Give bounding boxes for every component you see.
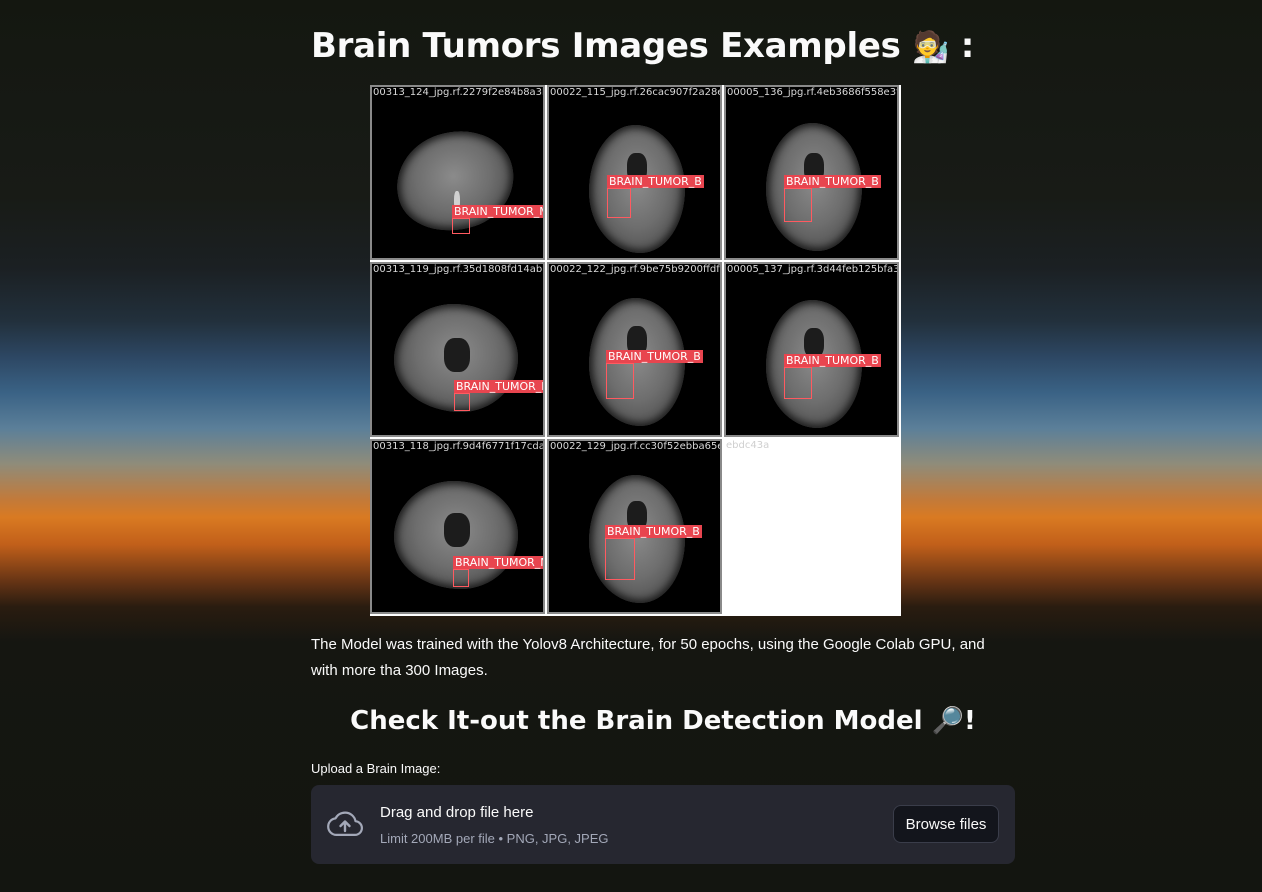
file-dropzone[interactable]: Drag and drop file here Limit 200MB per … xyxy=(311,785,1015,864)
example-image-tile: BRAIN_TUMOR_B 00022_122_jpg.rf.9be75b920… xyxy=(547,262,722,437)
image-filename: 00022_129_jpg.rf.cc30f52ebba65e10 xyxy=(550,441,722,452)
example-image-tile: BRAIN_TUMOR_B 00022_115_jpg.rf.26cac907f… xyxy=(547,85,722,260)
detection-label-tag: BRAIN_TUMOR_B xyxy=(605,525,702,538)
section-title-suffix: ! xyxy=(963,706,976,736)
uploader-label: Upload a Brain Image: xyxy=(311,761,441,776)
image-filename: 00313_119_jpg.rf.35d1808fd14ab330b5558 xyxy=(373,264,543,275)
detection-bounding-box xyxy=(784,367,812,399)
mri-brain-scan xyxy=(589,475,685,603)
section-title-text: Check It-out the Brain Detection Model xyxy=(350,706,923,736)
browse-files-button[interactable]: Browse files xyxy=(893,805,999,843)
example-image-tile: BRAIN_TUMOR_B 00005_136_jpg.rf.4eb3686f5… xyxy=(724,85,899,260)
dropzone-title: Drag and drop file here xyxy=(380,804,534,821)
brain-ventricle xyxy=(444,513,470,547)
image-filename-overflow: ebdc43a xyxy=(726,440,770,451)
detection-label-tag: BRAIN_TUMOR_B xyxy=(784,354,881,367)
page-title: Brain Tumors Images Examples 🧑‍🔬 : xyxy=(311,26,974,66)
detection-label-tag: BRAIN_TUMOR_B xyxy=(607,175,704,188)
example-image-tile: BRAIN_TUMOR_B 00022_129_jpg.rf.cc30f52eb… xyxy=(547,439,722,614)
detection-label-tag: BRAIN_TUMOR_M xyxy=(452,205,543,218)
cloud-upload-icon xyxy=(327,811,363,836)
page-title-suffix: : xyxy=(960,26,975,66)
image-filename: 00022_122_jpg.rf.9be75b9200ffdf34ec0086 xyxy=(550,264,720,275)
detection-bounding-box xyxy=(605,538,635,580)
detection-bounding-box xyxy=(606,363,634,399)
detection-label-tag: BRAIN_TUMOR_M xyxy=(453,556,543,569)
detection-examples-grid: BRAIN_TUMOR_M 00313_124_jpg.rf.2279f2e84… xyxy=(370,85,901,616)
model-description: The Model was trained with the Yolov8 Ar… xyxy=(311,636,985,679)
image-filename: 00313_124_jpg.rf.2279f2e84b8a3b1d4d0382 xyxy=(373,87,543,98)
image-filename: 00005_137_jpg.rf.3d44feb125bfa3b5f xyxy=(727,264,899,275)
detection-label-tag: BRAIN_TUMOR_B xyxy=(606,350,703,363)
detection-bounding-box xyxy=(454,393,470,411)
mri-brain-scan xyxy=(589,125,685,253)
brain-ventricle xyxy=(444,338,470,372)
page-title-text: Brain Tumors Images Examples xyxy=(311,26,901,66)
example-image-tile: BRAIN_TUMOR_B 00005_137_jpg.rf.3d44feb12… xyxy=(724,262,899,437)
example-image-tile: BRAIN_TUMOR_M 00313_119_jpg.rf.35d1808fd… xyxy=(370,262,545,437)
scientist-emoji-icon: 🧑‍🔬 xyxy=(912,30,950,65)
detection-bounding-box xyxy=(452,218,470,234)
detection-label-tag: BRAIN_TUMOR_M xyxy=(454,380,543,393)
dropzone-limit-text: Limit 200MB per file • PNG, JPG, JPEG xyxy=(380,831,609,846)
example-image-tile: BRAIN_TUMOR_M 00313_124_jpg.rf.2279f2e84… xyxy=(370,85,545,260)
image-filename: 00005_136_jpg.rf.4eb3686f558e3f6f6 xyxy=(727,87,899,98)
detection-bounding-box xyxy=(784,188,812,222)
example-image-tile: BRAIN_TUMOR_M 00313_118_jpg.rf.9d4f6771f… xyxy=(370,439,545,614)
image-filename: 00022_115_jpg.rf.26cac907f2a28eed100 xyxy=(550,87,722,98)
magnifier-emoji-icon: 🔎 xyxy=(931,706,964,736)
detection-label-tag: BRAIN_TUMOR_B xyxy=(784,175,881,188)
section-title: Check It-out the Brain Detection Model 🔎… xyxy=(311,706,1015,736)
detection-bounding-box xyxy=(453,569,469,587)
image-filename: 00313_118_jpg.rf.9d4f6771f17cdaa0960839 xyxy=(373,441,545,452)
detection-bounding-box xyxy=(607,188,631,218)
